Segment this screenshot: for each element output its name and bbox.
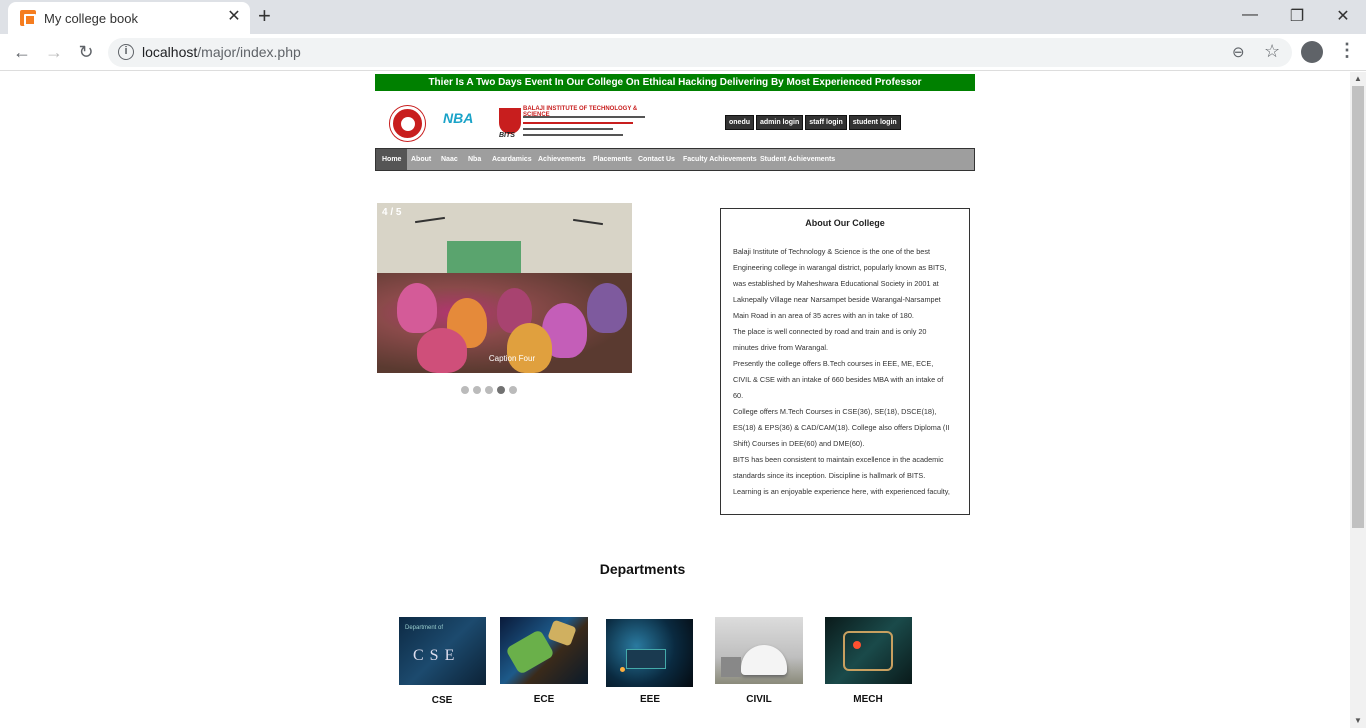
nav-faculty-achievements[interactable]: Faculty Achievements xyxy=(683,149,757,170)
about-line: Learning is an enjoyable experience here… xyxy=(733,487,950,496)
main-navbar: Home About Naac Nba Acardamics Achieveme… xyxy=(375,148,975,171)
civil-building-icon xyxy=(721,657,741,677)
nav-home[interactable]: Home xyxy=(376,149,408,170)
bits-shield-icon xyxy=(499,108,521,134)
about-line: College offers M.Tech Courses in CSE(36)… xyxy=(733,407,937,416)
bits-logo-short: BITS xyxy=(499,132,515,139)
civil-image[interactable] xyxy=(715,617,803,684)
xampp-favicon-icon xyxy=(20,10,36,26)
about-body: Balaji Institute of Technology & Science… xyxy=(733,244,959,500)
slider-dots xyxy=(461,386,521,404)
staff-login-link[interactable]: staff login xyxy=(805,115,847,130)
slider-dot[interactable] xyxy=(485,386,493,394)
ece-chip-icon xyxy=(547,619,577,647)
url-path: /major/index.php xyxy=(197,44,301,60)
site-info-icon[interactable]: i xyxy=(118,44,134,60)
cse-image-top-text: Department of xyxy=(405,625,444,631)
bookmark-star-icon[interactable]: ☆ xyxy=(1264,41,1280,62)
about-panel: About Our College Balaji Institute of Te… xyxy=(720,208,970,515)
browser-toolbar: ← → ↻ i localhost/major/index.php ⊖ ☆ ⋮ xyxy=(0,34,1366,71)
bits-logo: BALAJI INSTITUTE OF TECHNOLOGY & SCIENCE… xyxy=(497,106,647,142)
university-logo xyxy=(390,106,425,141)
slider-dot-active[interactable] xyxy=(497,386,505,394)
window-restore-button[interactable]: ❐ xyxy=(1282,6,1312,26)
nav-acardamics[interactable]: Acardamics xyxy=(492,149,532,170)
scroll-up-icon[interactable]: ▲ xyxy=(1354,74,1362,83)
forward-arrow-icon[interactable]: → xyxy=(42,41,66,63)
nav-nba[interactable]: Nba xyxy=(468,149,481,170)
admin-login-link[interactable]: admin login xyxy=(756,115,804,130)
department-label-cse[interactable]: CSE xyxy=(397,695,487,706)
about-line: standards since its inception. Disciplin… xyxy=(733,471,926,480)
department-label-eee[interactable]: EEE xyxy=(605,694,695,705)
about-line: ES(18) & EPS(36) & CAD/CAM(18). College … xyxy=(733,423,950,432)
slide-counter: 4 / 5 xyxy=(382,207,402,218)
tab-close-icon[interactable]: ✕ xyxy=(224,6,244,26)
cse-image[interactable]: Department of C S E xyxy=(399,617,486,685)
mech-image[interactable] xyxy=(825,617,912,684)
new-tab-button[interactable]: + xyxy=(258,4,271,28)
announcement-marquee: Thier Is A Two Days Event In Our College… xyxy=(375,74,975,91)
profile-avatar-icon[interactable] xyxy=(1301,41,1323,63)
department-label-mech[interactable]: MECH xyxy=(823,694,913,705)
slider-dot[interactable] xyxy=(473,386,481,394)
about-line: BITS has been consistent to maintain exc… xyxy=(733,455,944,464)
about-line: was established by Maheshwara Educationa… xyxy=(733,279,939,288)
page-scrollbar[interactable]: ▲ ▼ xyxy=(1350,72,1366,728)
nav-student-achievements[interactable]: Student Achievements xyxy=(760,149,835,170)
tab-title: My college book xyxy=(44,11,138,26)
window-minimize-button[interactable]: — xyxy=(1235,6,1265,24)
departments-heading: Departments xyxy=(599,561,686,577)
reload-icon[interactable]: ↻ xyxy=(74,41,98,63)
about-title: About Our College xyxy=(805,218,885,228)
classroom-board xyxy=(447,241,521,275)
student-login-link[interactable]: student login xyxy=(848,115,901,130)
slide-caption: Caption Four xyxy=(488,354,536,363)
slider-dot[interactable] xyxy=(461,386,469,394)
nav-placements[interactable]: Placements xyxy=(593,149,632,170)
slider-dot[interactable] xyxy=(509,386,517,394)
nav-contact-us[interactable]: Contact Us xyxy=(638,149,675,170)
nba-logo: NBA xyxy=(443,110,474,126)
scroll-down-icon[interactable]: ▼ xyxy=(1354,716,1362,725)
back-arrow-icon[interactable]: ← xyxy=(10,41,34,63)
about-line: Balaji Institute of Technology & Science… xyxy=(733,247,931,256)
browser-menu-icon[interactable]: ⋮ xyxy=(1338,40,1356,61)
browser-tab-bar: My college book ✕ + — ❐ ✕ xyxy=(0,0,1366,34)
zoom-icon[interactable]: ⊖ xyxy=(1232,43,1245,61)
about-line: Engineering college in warangal district… xyxy=(733,263,947,272)
eee-circuit-icon xyxy=(626,649,666,669)
department-label-civil[interactable]: CIVIL xyxy=(714,694,804,705)
mech-robot-icon xyxy=(843,631,893,671)
about-line: Main Road in an area of 35 acres with an… xyxy=(733,311,914,320)
nav-achievements[interactable]: Achievements xyxy=(538,149,585,170)
civil-helmet-icon xyxy=(741,645,787,675)
ece-image[interactable] xyxy=(500,617,588,684)
image-slider[interactable]: 4 / 5 Caption Four xyxy=(377,203,632,373)
scrollbar-thumb[interactable] xyxy=(1352,86,1364,528)
about-line: The place is well connected by road and … xyxy=(733,327,927,336)
onedu-link[interactable]: onedu xyxy=(725,115,754,130)
nav-naac[interactable]: Naac xyxy=(441,149,458,170)
about-line: CIVIL & CSE with an intake of 660 beside… xyxy=(733,375,944,384)
url-host: localhost xyxy=(142,44,198,60)
window-close-button[interactable]: ✕ xyxy=(1328,6,1358,26)
browser-tab[interactable]: My college book ✕ xyxy=(8,2,250,34)
eee-image[interactable] xyxy=(606,619,693,687)
about-line: Shift) Courses in DEE(60) and DME(60). xyxy=(733,439,865,448)
about-line: 60. xyxy=(733,391,744,400)
url-text[interactable]: localhost/major/index.php xyxy=(142,44,301,60)
about-line: Laknepally Village near Narsampet beside… xyxy=(733,295,941,304)
quick-links: onedu admin login staff login student login xyxy=(725,111,903,130)
address-bar[interactable]: i localhost/major/index.php ⊖ ☆ xyxy=(108,38,1292,67)
nav-about[interactable]: About xyxy=(411,149,431,170)
department-label-ece[interactable]: ECE xyxy=(499,694,589,705)
page-viewport: Thier Is A Two Days Event In Our College… xyxy=(0,72,1350,728)
about-line: minutes drive from Warangal. xyxy=(733,343,829,352)
about-line: Presently the college offers B.Tech cour… xyxy=(733,359,934,368)
cse-image-text: C S E xyxy=(413,647,456,664)
